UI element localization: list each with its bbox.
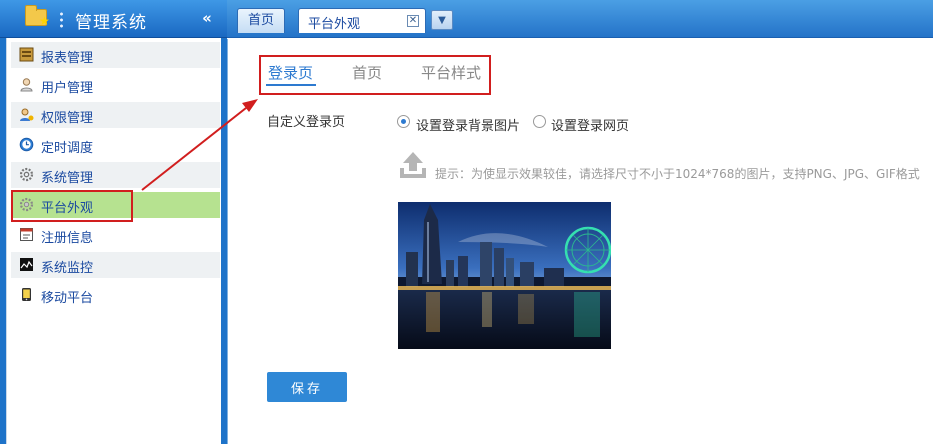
sidebar-item-label: 移动平台	[41, 291, 94, 306]
tab-home[interactable]: 首页	[237, 8, 285, 33]
appearance-icon	[19, 197, 34, 212]
sidebar-item-label: 定时调度	[41, 141, 94, 156]
sidebar-item-monitor[interactable]: 系统监控	[11, 252, 220, 278]
sidebar-item-schedule[interactable]: 定时调度	[11, 132, 220, 158]
sidebar-header: ★ 管理系统 «	[0, 0, 227, 38]
mobile-icon	[19, 287, 34, 302]
app-title: 管理系统	[75, 13, 147, 33]
gear-icon	[19, 167, 34, 182]
sidebar-item-label: 用户管理	[41, 81, 94, 96]
dropdown-arrow-icon[interactable]: ▼	[431, 10, 453, 30]
sidebar-item-registration[interactable]: 注册信息	[11, 222, 220, 248]
subtab-login-page[interactable]: 登录页	[268, 62, 313, 83]
active-subtab-underline	[266, 84, 316, 86]
drag-handle-icon	[60, 11, 63, 28]
subtab-platform-style[interactable]: 平台样式	[421, 62, 481, 83]
save-button[interactable]: 保存	[267, 372, 347, 402]
tab-bar: 首页 平台外观 ✕ ▼	[227, 0, 933, 38]
star-icon: ★	[39, 14, 50, 28]
clock-icon	[19, 137, 34, 152]
sidebar-item-report[interactable]: 报表管理	[11, 42, 220, 68]
radio-background-image[interactable]	[397, 115, 410, 128]
login-background-preview	[398, 202, 611, 349]
sidebar-item-system[interactable]: 系统管理	[11, 162, 220, 188]
upload-hint: 提示：为使显示效果较佳，请选择尺寸不小于1024*768的图片，支持PNG、JP…	[435, 167, 920, 181]
double-chevron-left-icon[interactable]: «	[196, 8, 218, 28]
sidebar: ★ 管理系统 « 报表管理 用户管理 权限管理 定时调度 系统管理 平台外观 注…	[0, 0, 227, 444]
tab-platform-appearance[interactable]: 平台外观 ✕	[298, 8, 426, 33]
close-icon[interactable]: ✕	[407, 15, 419, 27]
sidebar-item-users[interactable]: 用户管理	[11, 72, 220, 98]
sidebar-item-appearance[interactable]: 平台外观	[11, 192, 220, 218]
sidebar-item-label: 系统管理	[41, 171, 94, 186]
sidebar-item-label: 平台外观	[41, 201, 94, 216]
sidebar-item-label: 报表管理	[41, 51, 94, 66]
permission-icon	[19, 107, 34, 122]
sidebar-item-label: 系统监控	[41, 261, 94, 276]
monitor-icon	[19, 257, 34, 272]
sidebar-item-label: 权限管理	[41, 111, 94, 126]
sidebar-menu: 报表管理 用户管理 权限管理 定时调度 系统管理 平台外观 注册信息 系统监控 …	[6, 38, 221, 444]
subtab-home-page[interactable]: 首页	[352, 62, 382, 83]
sidebar-item-permissions[interactable]: 权限管理	[11, 102, 220, 128]
register-icon	[19, 227, 34, 242]
radio-login-webpage-label[interactable]: 设置登录网页	[551, 115, 629, 134]
sidebar-item-label: 注册信息	[41, 231, 94, 246]
user-icon	[19, 77, 34, 92]
upload-icon[interactable]	[398, 150, 428, 180]
report-icon	[19, 47, 34, 62]
radio-background-image-label[interactable]: 设置登录背景图片	[416, 115, 520, 134]
tab-label: 平台外观	[308, 17, 361, 32]
custom-login-page-label: 自定义登录页	[267, 115, 346, 130]
sidebar-item-mobile[interactable]: 移动平台	[11, 282, 220, 308]
radio-login-webpage[interactable]	[533, 115, 546, 128]
